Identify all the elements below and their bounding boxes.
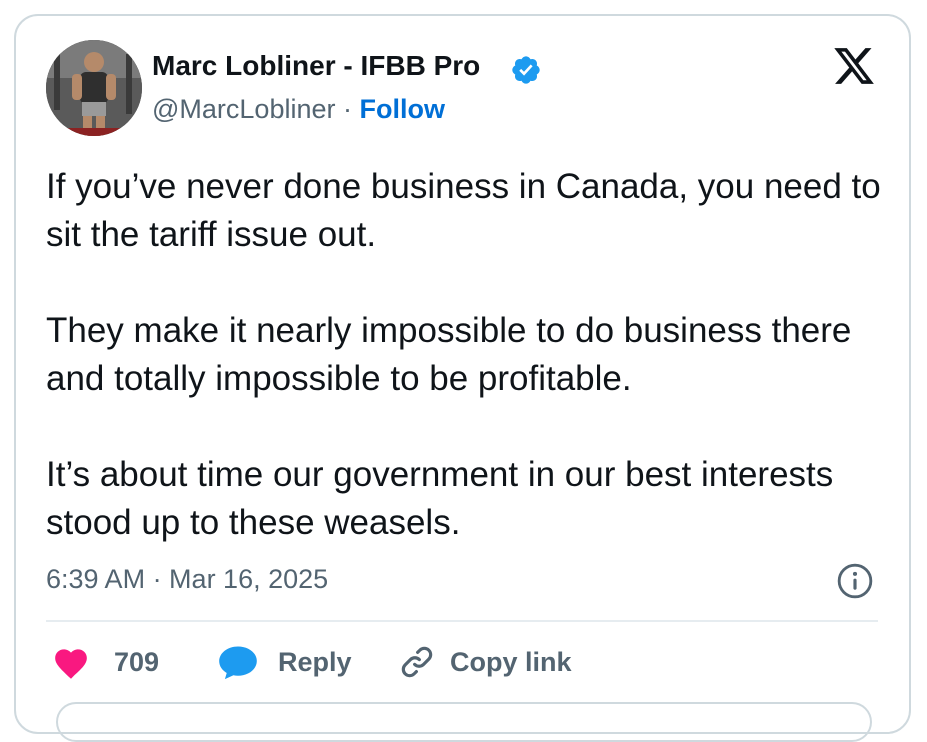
like-button[interactable]: 709 — [52, 640, 159, 684]
link-icon — [401, 646, 433, 678]
divider — [46, 620, 878, 622]
tweet-paragraph: They make it nearly impossible to do bus… — [46, 311, 852, 398]
verified-badge-icon — [512, 56, 540, 84]
action-bar: 709 Reply Copy link — [46, 640, 886, 684]
handle-row: @MarcLobliner · Follow — [152, 91, 445, 127]
avatar[interactable] — [46, 40, 142, 136]
tweet-paragraph: If you’ve never done business in Canada,… — [46, 167, 881, 254]
separator-dot: · — [343, 94, 352, 124]
read-replies-button[interactable] — [56, 702, 872, 742]
author-name[interactable]: Marc Lobliner - IFBB Pro — [152, 48, 480, 84]
tweet-text: If you’ve never done business in Canada,… — [46, 163, 886, 547]
follow-button[interactable]: Follow — [360, 94, 445, 124]
author-handle[interactable]: @MarcLobliner — [152, 94, 335, 124]
copy-link-label: Copy link — [450, 646, 572, 677]
speech-bubble-icon — [219, 646, 257, 680]
info-icon[interactable] — [836, 562, 874, 600]
tweet-timestamp[interactable]: 6:39 AM · Mar 16, 2025 — [46, 561, 328, 597]
reply-label: Reply — [278, 646, 352, 677]
copy-link-button[interactable]: Copy link — [398, 640, 572, 684]
reply-button[interactable]: Reply — [216, 640, 352, 684]
like-count: 709 — [114, 646, 160, 677]
heart-icon — [55, 649, 87, 679]
x-logo-icon[interactable] — [830, 44, 878, 88]
tweet-paragraph: It’s about time our government in our be… — [46, 455, 834, 542]
